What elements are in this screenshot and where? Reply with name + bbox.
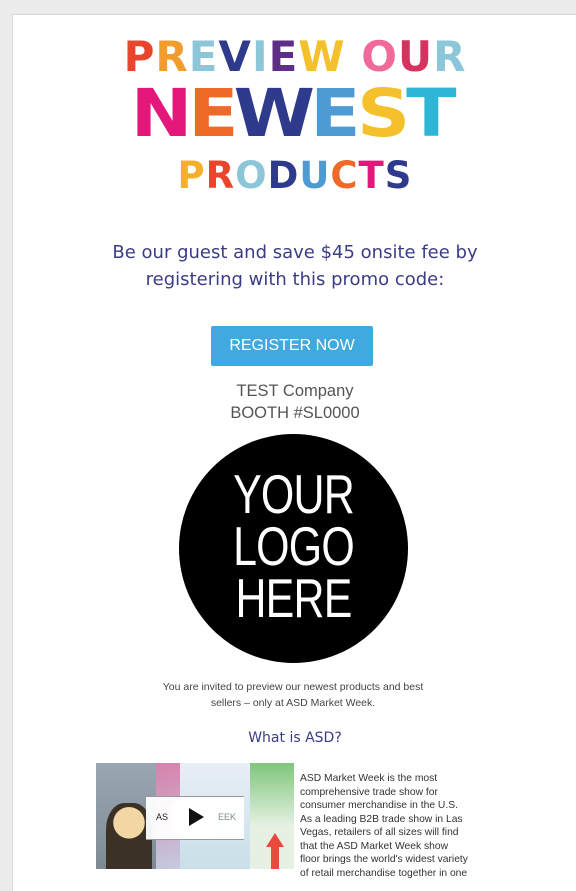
- headline-letter: I: [251, 32, 269, 81]
- logo-text: YOUR LOGO HERE: [179, 463, 408, 629]
- arrow-stem: [271, 847, 279, 869]
- booth-number: BOOTH #SL0000: [230, 404, 360, 422]
- arrow-up-icon: [266, 833, 284, 847]
- headline-letter: U: [299, 154, 331, 197]
- headline-line-3: PRODUCTS: [13, 155, 576, 197]
- about-line: ASD Market Week is the most: [300, 773, 438, 784]
- about-line: that the ASD Market Week show: [300, 840, 449, 852]
- headline-letter: E: [309, 75, 363, 152]
- about-line: Vegas, retailers of all sizes will find: [300, 827, 459, 838]
- headline-letter: D: [267, 154, 300, 197]
- headline-letter: [346, 32, 362, 81]
- register-now-button[interactable]: REGISTER NOW: [211, 326, 373, 366]
- about-line: floor brings the world's widest variety: [300, 854, 468, 865]
- play-icon: [189, 808, 204, 826]
- headline-letter: S: [356, 75, 413, 152]
- headline-letter: E: [188, 32, 219, 81]
- promo-line-2: registering with this promo code:: [145, 269, 445, 290]
- headline-letter: P: [177, 154, 206, 197]
- headline-letter: E: [268, 32, 299, 81]
- headline-letter: T: [358, 154, 385, 197]
- logo-line-3: HERE: [235, 567, 352, 629]
- email-frame: PREVIEW OUR NEWEST PRODUCTS Be our guest…: [12, 14, 576, 891]
- headline-line-2: NEWEST: [13, 79, 576, 149]
- logo-placeholder: YOUR LOGO HERE: [179, 434, 408, 663]
- promo-text: Be our guest and save $45 onsite fee by …: [53, 239, 537, 293]
- logo-line-2: LOGO: [233, 515, 355, 577]
- about-line: comprehensive trade show for: [300, 786, 438, 798]
- video-card-right-text: EEK: [217, 812, 236, 822]
- about-line: consumer merchandise in the U.S.: [300, 800, 458, 811]
- about-line: of retail merchandise together in one: [300, 867, 468, 879]
- invite-text: You are invited to preview our newest pr…: [143, 679, 443, 711]
- headline-letter: P: [123, 32, 156, 81]
- headline-letter: V: [218, 32, 252, 81]
- headline-letter: W: [233, 75, 318, 152]
- promo-line-1: Be our guest and save $45 onsite fee by: [112, 242, 478, 263]
- headline-letter: R: [155, 32, 189, 81]
- headline-letter: R: [205, 154, 236, 197]
- about-line: As a leading B2B trade show in Las: [300, 813, 463, 825]
- video-card-left-text: AS: [156, 812, 169, 822]
- headline-letter: O: [361, 32, 398, 81]
- play-button[interactable]: [172, 799, 216, 835]
- headline-letter: S: [384, 154, 413, 197]
- logo-line-1: YOUR: [233, 463, 355, 525]
- headline-letter: T: [406, 75, 460, 152]
- headline-letter: R: [433, 32, 467, 81]
- company-name: TEST Company: [236, 382, 354, 400]
- invite-line-2: sellers – only at ASD Market Week.: [210, 697, 376, 709]
- video-thumbnail[interactable]: AS EEK: [96, 763, 294, 869]
- headline-letter: W: [298, 32, 346, 81]
- headline-letter: U: [397, 32, 434, 81]
- about-asd-text: ASD Market Week is the most comprehensiv…: [300, 772, 488, 880]
- what-is-asd-heading: What is ASD?: [248, 730, 342, 746]
- headline-letter: C: [330, 154, 359, 197]
- headline-line-1: PREVIEW OUR: [13, 33, 576, 81]
- headline-letter: N: [130, 75, 195, 152]
- invite-line-1: You are invited to preview our newest pr…: [162, 681, 424, 693]
- headline-letter: O: [235, 154, 268, 197]
